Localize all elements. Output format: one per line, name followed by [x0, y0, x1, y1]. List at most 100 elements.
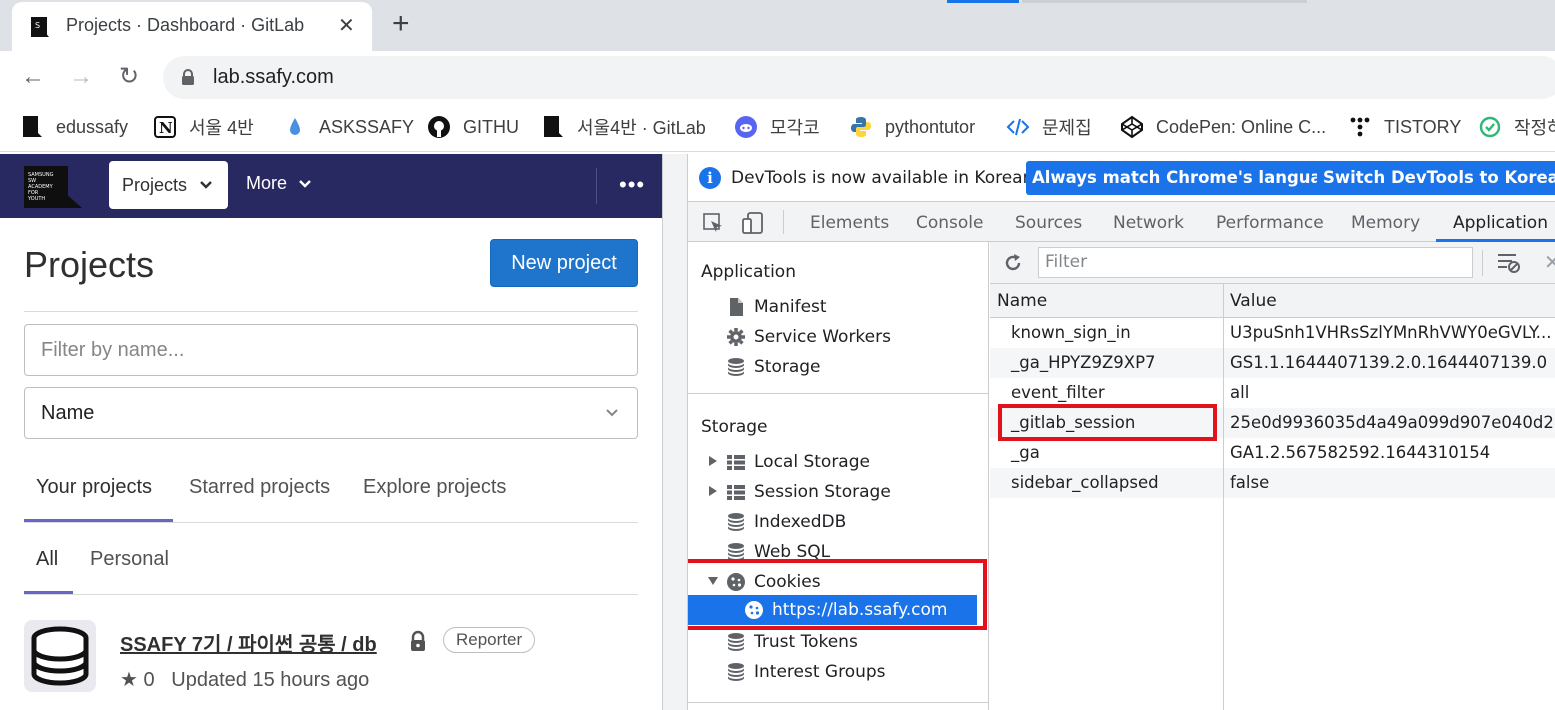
tab-performance[interactable]: Performance — [1216, 213, 1324, 233]
reload-icon[interactable]: ↻ — [115, 63, 143, 91]
sidebar-item-manifest[interactable]: Manifest — [726, 292, 827, 322]
sidebar-item-interest-groups[interactable]: Interest Groups — [726, 657, 886, 687]
bookmark-mogakco[interactable]: 모각코 — [734, 114, 820, 140]
more-dropdown-button[interactable]: More — [246, 173, 312, 194]
gear-icon — [727, 328, 745, 346]
cookie-name: sidebar_collapsed — [1011, 473, 1159, 492]
refresh-icon[interactable] — [1003, 253, 1023, 273]
bookmark-codepen[interactable]: CodePen: Online C... — [1120, 114, 1326, 140]
more-options-icon[interactable]: ••• — [619, 172, 645, 198]
expand-arrow-icon[interactable] — [708, 455, 718, 467]
tab-network[interactable]: Network — [1113, 213, 1184, 233]
tab-indicator — [947, 0, 1019, 3]
expand-arrow-icon[interactable] — [708, 485, 718, 497]
bookmark-problemset[interactable]: 문제집 — [1006, 114, 1092, 140]
sidebar-item-trust-tokens[interactable]: Trust Tokens — [726, 627, 858, 657]
bookmark-label: 서울 4반 — [189, 118, 254, 138]
subtab-personal[interactable]: Personal — [90, 548, 169, 571]
new-project-button[interactable]: New project — [490, 239, 638, 287]
ssafy-icon — [23, 116, 42, 137]
filter-by-name-input[interactable]: Filter by name... — [24, 324, 638, 376]
cookie-filter-input[interactable]: Filter — [1038, 247, 1473, 278]
tab-close-icon[interactable]: ✕ — [338, 13, 355, 38]
cookie-value: GS1.1.1644407139.2.0.1644407139.0 — [1230, 353, 1548, 372]
project-name-link[interactable]: SSAFY 7기 / 파이썬 공통 / db — [120, 628, 377, 657]
sidebar-item-storage-overview[interactable]: Storage — [726, 352, 821, 382]
toolbar-divider — [783, 210, 784, 234]
bookmark-seoul4-gitlab[interactable]: 서울4반 · GitLab — [541, 114, 706, 140]
column-name[interactable]: Name — [997, 291, 1047, 311]
devtools-tabbar: Elements Console Sources Network Perform… — [688, 202, 1555, 242]
chevron-down-icon — [299, 180, 311, 188]
projects-dropdown-button[interactable]: Projects — [109, 161, 228, 209]
nav-divider — [596, 168, 597, 204]
browser-tabstrip: S Projects · Dashboard · GitLab ✕ + — [0, 0, 1555, 51]
tab-your-projects[interactable]: Your projects — [36, 476, 152, 499]
database-icon — [728, 358, 744, 376]
bookmark-edussafy[interactable]: edussafy — [20, 114, 128, 140]
toolbar-divider — [1482, 250, 1483, 276]
bookmark-tistory[interactable]: TISTORY — [1348, 114, 1461, 140]
sidebar-item-label: Service Workers — [754, 327, 891, 347]
bookmark-pythontutor[interactable]: pythontutor — [849, 114, 975, 140]
device-toolbar-icon[interactable] — [742, 211, 764, 235]
subtab-all[interactable]: All — [36, 548, 58, 571]
column-divider[interactable] — [1223, 284, 1224, 710]
projects-label: Projects — [122, 174, 188, 195]
browser-tab[interactable]: S Projects · Dashboard · GitLab ✕ — [12, 2, 372, 51]
tab-application[interactable]: Application — [1453, 213, 1548, 233]
cookie-value: all — [1230, 383, 1250, 402]
panel-splitter[interactable] — [662, 154, 688, 710]
inspect-element-icon[interactable] — [702, 212, 724, 234]
column-value[interactable]: Value — [1230, 291, 1277, 311]
ssafy-logo-icon[interactable]: SAMSUNG SW ACADEMY FOR YOUTH — [24, 166, 82, 208]
bookmark-label: TISTORY — [1384, 116, 1462, 137]
tab-memory[interactable]: Memory — [1351, 213, 1420, 233]
bookmark-askssafy[interactable]: ASKSSAFY — [283, 114, 414, 140]
tab-sources[interactable]: Sources — [1015, 213, 1082, 233]
forward-arrow-icon[interactable]: → — [67, 63, 95, 91]
tistory-icon — [1350, 117, 1370, 137]
database-icon — [31, 626, 89, 686]
tab-explore-projects[interactable]: Explore projects — [363, 476, 506, 499]
sidebar-item-label: Local Storage — [754, 452, 870, 472]
tab-elements[interactable]: Elements — [810, 213, 889, 233]
table-row[interactable]: known_sign_in U3puSnh1VHRsSzlYMnRhVWY0eG… — [990, 318, 1555, 348]
table-row[interactable]: _ga_HPYZ9Z9XP7 GS1.1.1644407139.2.0.1644… — [990, 348, 1555, 378]
bookmark-green[interactable]: 작정하 — [1478, 114, 1555, 140]
sidebar-item-label: Manifest — [754, 297, 827, 317]
bookmark-github[interactable]: GITHU — [427, 114, 519, 140]
sidebar-item-session-storage[interactable]: Session Storage — [726, 477, 891, 507]
tab-title: Projects · Dashboard · GitLab — [66, 15, 305, 35]
sort-select[interactable]: Name — [24, 387, 638, 439]
bookmark-label: ASKSSAFY — [319, 116, 415, 137]
sidebar-item-local-storage[interactable]: Local Storage — [726, 447, 870, 477]
address-bar[interactable]: lab.ssafy.com — [163, 56, 1555, 99]
bookmark-seoul4[interactable]: N 서울 4반 — [153, 114, 254, 140]
cookie-name: known_sign_in — [1011, 323, 1131, 342]
clear-filtered-icon[interactable] — [1497, 252, 1521, 274]
divider — [24, 594, 638, 595]
tab-starred-projects[interactable]: Starred projects — [189, 476, 330, 499]
switch-to-korean-button[interactable]: Switch DevTools to Korean — [1317, 161, 1555, 195]
star-icon[interactable]: ★ — [120, 669, 138, 691]
table-row[interactable]: _ga GA1.2.567582592.1644310154 — [990, 438, 1555, 468]
back-arrow-icon[interactable]: ← — [19, 63, 47, 91]
page-title: Projects — [24, 244, 155, 285]
tab-console[interactable]: Console — [916, 213, 984, 233]
devtools-panel: i DevTools is now available in Korean! A… — [688, 154, 1555, 710]
tab-indicator — [1022, 0, 1307, 3]
sidebar-item-indexeddb[interactable]: IndexedDB — [726, 507, 846, 537]
cookie-value: U3puSnh1VHRsSzlYMnRhVWY0eGVLY... — [1230, 323, 1552, 342]
lock-icon[interactable] — [181, 69, 195, 85]
application-sidebar: Application Manifest Service Workers Sto… — [688, 242, 989, 710]
new-tab-icon[interactable]: + — [392, 8, 410, 40]
table-icon — [727, 485, 745, 500]
svg-text:YOUTH: YOUTH — [27, 196, 45, 202]
delete-icon[interactable]: ✕ — [1544, 250, 1555, 274]
always-match-language-button[interactable]: Always match Chrome's language — [1026, 161, 1351, 195]
project-avatar[interactable] — [24, 620, 96, 692]
table-row[interactable]: sidebar_collapsed false — [990, 468, 1555, 498]
notion-icon: N — [154, 116, 176, 138]
sidebar-item-service-workers[interactable]: Service Workers — [726, 322, 891, 352]
